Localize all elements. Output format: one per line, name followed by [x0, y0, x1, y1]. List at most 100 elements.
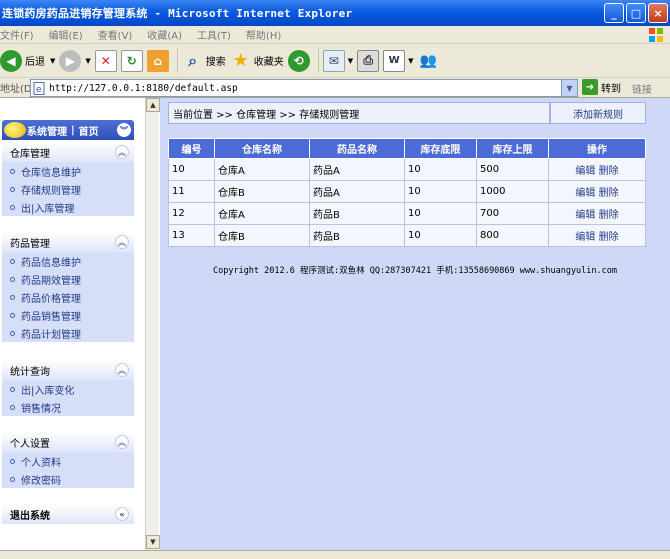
messenger-button[interactable]: 👥 — [418, 47, 440, 75]
delete-link[interactable]: 删除 — [599, 188, 619, 199]
scroll-down-icon[interactable]: ▼ — [146, 535, 160, 549]
chevron-up-icon[interactable]: ︽ — [115, 145, 129, 159]
group-header-drug[interactable]: 药品管理 ︽ — [2, 232, 134, 252]
chevron-up-icon[interactable]: ︽ — [115, 363, 129, 377]
cell-id: 11 — [168, 180, 215, 203]
dropdown-arrow-icon: ▼ — [408, 56, 414, 65]
bullet-icon — [10, 386, 15, 392]
bullet-icon — [10, 458, 15, 464]
search-button[interactable]: ⌕ 搜索 — [182, 47, 225, 75]
chevron-left-icon[interactable]: « — [115, 507, 129, 521]
cell-warehouse: 仓库A — [214, 158, 310, 181]
stop-button[interactable]: ✕ — [94, 47, 117, 75]
maximize-button[interactable]: □ — [626, 3, 646, 23]
column-header: 操作 — [548, 138, 646, 159]
cell-id: 10 — [168, 158, 215, 181]
delete-link[interactable]: 删除 — [599, 232, 619, 243]
favorites-button[interactable]: ★ 收藏夹 — [230, 47, 284, 75]
logout-link[interactable]: 退出系统 « — [2, 504, 134, 524]
scroll-up-icon[interactable]: ▲ — [146, 98, 160, 112]
table-header-row: 编号 仓库名称 药品名称 库存底限 库存上限 操作 — [168, 138, 646, 159]
cell-drug: 药品B — [309, 202, 405, 225]
sidebar-item-inout-change[interactable]: 出|入库变化 — [2, 380, 134, 398]
edit-link[interactable]: 编辑 — [575, 188, 595, 199]
address-input[interactable]: e http://127.0.0.1:8180/default.asp ▼ — [30, 79, 578, 97]
menu-favorites[interactable]: 收藏(A) — [147, 27, 182, 42]
status-strip — [0, 550, 670, 559]
group-header-stats[interactable]: 统计查询 ︽ — [2, 360, 134, 380]
back-button[interactable]: ◀ 后退 ▼ — [0, 47, 55, 75]
menu-help[interactable]: 帮助(H) — [246, 27, 281, 42]
print-button[interactable]: ⎙ — [357, 47, 380, 75]
collapse-icon[interactable]: ︾ — [117, 123, 131, 137]
forward-button[interactable]: ▶ ▼ — [59, 47, 91, 75]
refresh-button[interactable]: ↻ — [120, 47, 143, 75]
group-header-personal[interactable]: 个人设置 ︽ — [2, 432, 134, 452]
cell-min-stock: 10 — [404, 158, 477, 181]
edit-link[interactable]: 编辑 — [575, 232, 595, 243]
delete-link[interactable]: 删除 — [599, 166, 619, 177]
sidebar-item-drug-sales[interactable]: 药品销售管理 — [2, 306, 134, 324]
table-row: 13 仓库B 药品B 10 800 编辑 删除 — [168, 224, 646, 247]
window-title: 连锁药房药品进销存管理系统 - Microsoft Internet Explo… — [2, 7, 353, 20]
bullet-icon — [10, 476, 15, 482]
cell-min-stock: 10 — [404, 180, 477, 203]
menu-view[interactable]: 查看(V) — [98, 27, 133, 42]
edit-link[interactable]: 编辑 — [575, 210, 595, 221]
back-label: 后退 — [25, 57, 45, 68]
cell-min-stock: 10 — [404, 202, 477, 225]
edit-button[interactable]: W ▼ — [383, 47, 414, 75]
header-separator: | — [71, 124, 75, 136]
minimize-button[interactable]: _ — [604, 3, 624, 23]
printer-icon: ⎙ — [357, 49, 380, 72]
column-header: 库存底限 — [404, 138, 477, 159]
cell-operations: 编辑 删除 — [548, 158, 646, 181]
address-dropdown-icon[interactable]: ▼ — [561, 80, 577, 96]
add-new-rule-link[interactable]: 添加新规则 — [550, 102, 646, 124]
sidebar-item-warehouse-info[interactable]: 仓库信息维护 — [2, 162, 134, 180]
system-management-link[interactable]: 系统管理 — [27, 123, 67, 138]
edit-link[interactable]: 编辑 — [575, 166, 595, 177]
item-label: 仓库信息维护 — [21, 167, 81, 179]
sidebar-item-drug-price[interactable]: 药品价格管理 — [2, 288, 134, 306]
group-header-warehouse[interactable]: 仓库管理 ︽ — [2, 142, 134, 162]
cell-warehouse: 仓库B — [214, 180, 310, 203]
group-warehouse: 仓库管理 ︽ 仓库信息维护 存储规则管理 出|入库管理 — [2, 142, 134, 216]
home-link[interactable]: 首页 — [79, 123, 99, 138]
menu-file[interactable]: 文件(F) — [0, 27, 34, 42]
sidebar-item-drug-expiry[interactable]: 药品期效管理 — [2, 270, 134, 288]
dropdown-arrow-icon: ▼ — [85, 56, 91, 65]
menu-edit[interactable]: 编辑(E) — [49, 27, 83, 42]
sidebar-scrollbar[interactable]: ▲ ▼ — [145, 98, 160, 550]
chevron-up-icon[interactable]: ︽ — [115, 435, 129, 449]
sidebar-item-sales-status[interactable]: 销售情况 — [2, 398, 134, 416]
search-icon: ⌕ — [188, 50, 198, 70]
go-button[interactable]: ➔ 转到 — [582, 79, 621, 95]
sidebar-item-profile[interactable]: 个人资料 — [2, 452, 134, 470]
star-icon: ★ — [232, 50, 249, 71]
sidebar-item-inout-manage[interactable]: 出|入库管理 — [2, 198, 134, 216]
home-icon: ⌂ — [146, 49, 169, 72]
sidebar-item-storage-rules[interactable]: 存储规则管理 — [2, 180, 134, 198]
cell-drug: 药品A — [309, 158, 405, 181]
home-button[interactable]: ⌂ — [146, 47, 169, 75]
sidebar-header: 系统管理 | 首页 ︾ — [2, 120, 134, 140]
item-label: 药品销售管理 — [21, 311, 81, 323]
links-button[interactable]: 链接 — [632, 81, 652, 96]
chevron-up-icon[interactable]: ︽ — [115, 235, 129, 249]
cell-warehouse: 仓库A — [214, 202, 310, 225]
close-button[interactable]: × — [648, 3, 668, 23]
menu-tools[interactable]: 工具(T) — [197, 27, 231, 42]
history-button[interactable]: ⟲ — [287, 47, 310, 75]
bullet-icon — [10, 330, 15, 336]
address-url: http://127.0.0.1:8180/default.asp — [49, 82, 238, 94]
delete-link[interactable]: 删除 — [599, 210, 619, 221]
sidebar-item-drug-info[interactable]: 药品信息维护 — [2, 252, 134, 270]
table-row: 12 仓库A 药品B 10 700 编辑 删除 — [168, 202, 646, 225]
item-label: 个人资料 — [21, 457, 61, 469]
sidebar-item-drug-plan[interactable]: 药品计划管理 — [2, 324, 134, 342]
item-label: 药品价格管理 — [21, 293, 81, 305]
mail-button[interactable]: ✉ ▼ — [322, 47, 353, 75]
sidebar-item-change-password[interactable]: 修改密码 — [2, 470, 134, 488]
svg-text:e: e — [36, 85, 42, 95]
